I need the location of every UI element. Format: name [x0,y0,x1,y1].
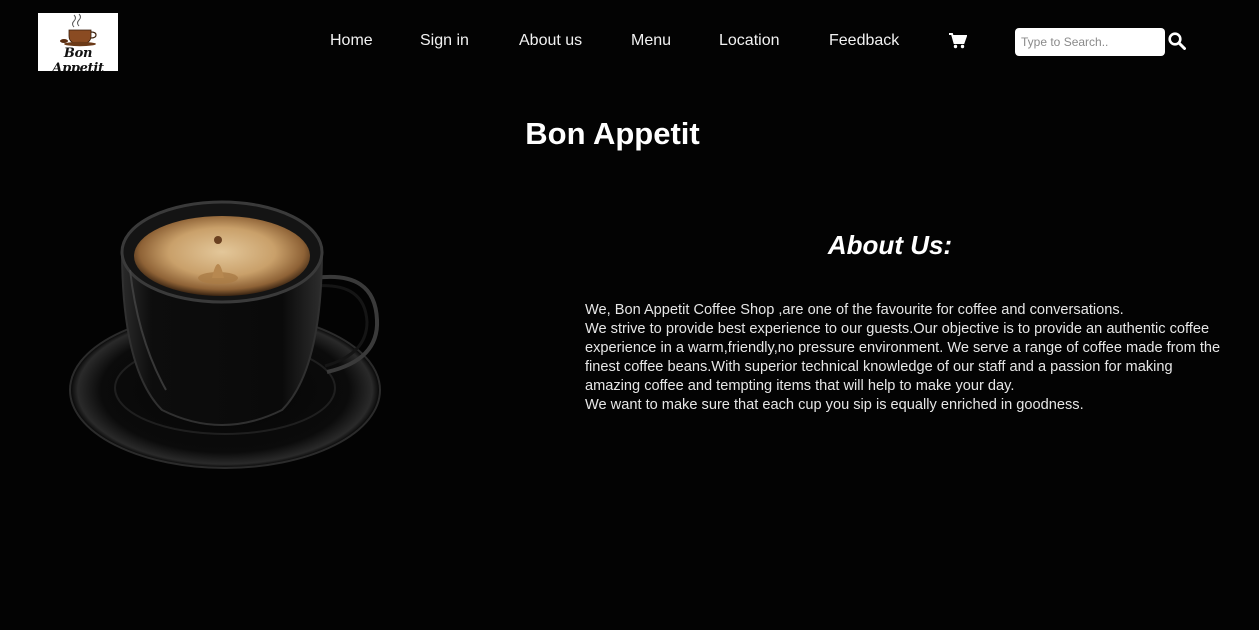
page: Bon Appetit Home Sign in About us Menu L… [0,0,1259,630]
nav-sign-in[interactable]: Sign in [420,31,469,51]
logo-text: Bon Appetit [52,46,104,71]
brand-logo[interactable]: Bon Appetit [38,13,118,71]
search-input[interactable] [1015,28,1165,56]
about-paragraph-3: We want to make sure that each cup you s… [585,397,1084,413]
nav-location[interactable]: Location [719,31,780,51]
nav-feedback[interactable]: Feedback [829,31,899,51]
nav-menu[interactable]: Menu [631,31,671,51]
page-title: Bon Appetit [525,116,700,151]
espresso-cup-image [69,200,381,469]
about-paragraph-2: We strive to provide best experience to … [585,321,1221,394]
search-icon[interactable] [1168,32,1186,50]
about-heading: About Us: [827,230,953,260]
nav-about-us[interactable]: About us [519,31,582,51]
about-text: We, Bon Appetit Coffee Shop ,are one of … [585,301,1225,415]
shopping-cart-icon[interactable] [949,33,967,49]
about-paragraph-1: We, Bon Appetit Coffee Shop ,are one of … [585,302,1124,318]
nav-home[interactable]: Home [330,31,373,51]
